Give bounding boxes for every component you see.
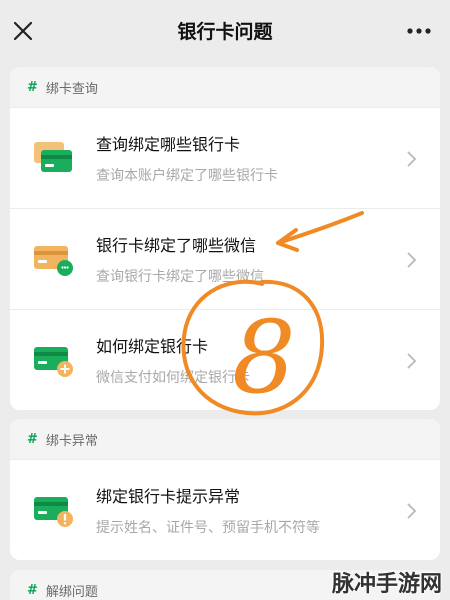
hash-icon: #: [27, 582, 38, 598]
top-bar: 银行卡问题: [0, 0, 450, 62]
item-title: 银行卡绑定了哪些微信: [96, 236, 257, 255]
item-title: 绑定银行卡提示异常: [96, 487, 241, 506]
list-item-bind-error[interactable]: 绑定银行卡提示异常 提示姓名、证件号、预留手机不符等: [10, 459, 440, 560]
section-header: # 绑卡查询: [10, 67, 440, 107]
section-bind-exception: # 绑卡异常 绑定银行卡提示异常 提示姓名、证件号、预留手机不符等: [10, 419, 440, 560]
section-title: 解绑问题: [45, 584, 98, 600]
item-subtitle: 微信支付如何绑定银行卡: [96, 370, 250, 386]
item-title: 如何绑定银行卡: [96, 337, 209, 356]
card-wechat-icon: [34, 246, 73, 276]
card-plus-icon: [34, 347, 73, 377]
chevron-right-icon: [407, 353, 417, 369]
chevron-right-icon: [407, 503, 417, 519]
green-cards-icon: [34, 142, 72, 172]
section-header: # 绑卡异常: [10, 419, 440, 459]
item-subtitle: 查询银行卡绑定了哪些微信: [96, 269, 264, 285]
section-title: 绑卡查询: [45, 81, 98, 97]
card-warning-icon: [34, 497, 73, 527]
chevron-right-icon: [407, 252, 417, 268]
item-subtitle: 查询本账户绑定了哪些银行卡: [96, 168, 278, 184]
hash-icon: #: [27, 79, 38, 95]
watermark: 脉冲手游网: [331, 572, 442, 597]
page-title: 银行卡问题: [177, 21, 273, 43]
hash-icon: #: [27, 431, 38, 447]
list-item-how-to-bind[interactable]: 如何绑定银行卡 微信支付如何绑定银行卡: [10, 309, 440, 410]
item-title: 查询绑定哪些银行卡: [96, 135, 241, 154]
section-bind-query: # 绑卡查询 查询绑定哪些银行卡 查询本账户绑定了哪些银行卡 银行卡绑定了哪些微…: [10, 67, 440, 410]
more-icon[interactable]: [406, 18, 432, 44]
section-title: 绑卡异常: [45, 433, 98, 449]
list-item-card-bound-wechat[interactable]: 银行卡绑定了哪些微信 查询银行卡绑定了哪些微信: [10, 208, 440, 309]
chevron-right-icon: [407, 151, 417, 167]
list-item-query-bound-cards[interactable]: 查询绑定哪些银行卡 查询本账户绑定了哪些银行卡: [10, 107, 440, 208]
item-subtitle: 提示姓名、证件号、预留手机不符等: [96, 520, 320, 536]
